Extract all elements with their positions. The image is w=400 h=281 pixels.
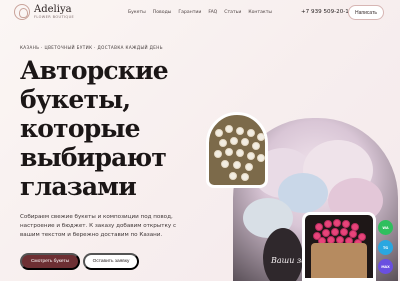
write-button[interactable]: Написать xyxy=(348,5,384,20)
nav-item-faq[interactable]: FAQ xyxy=(208,10,217,15)
main-nav: Букеты Поводы Гарантии FAQ Статьи Контак… xyxy=(128,10,272,15)
hero-photo-caption: Ваши за xyxy=(271,256,307,265)
whatsapp-button[interactable]: WA xyxy=(378,220,393,235)
nav-item-contacts[interactable]: Контакты xyxy=(248,10,272,15)
leave-request-button[interactable]: Оставить заявку xyxy=(83,253,139,270)
brand-subtitle: Flower Boutique xyxy=(34,14,75,19)
hero-eyebrow: КАЗАНЬ · ЦВЕТОЧНЫЙ БУТИК · ДОСТАВКА КАЖД… xyxy=(20,45,163,50)
logo-flower-icon xyxy=(14,4,30,20)
view-bouquets-button[interactable]: Смотреть букеты xyxy=(20,253,80,270)
nav-item-occasions[interactable]: Поводы xyxy=(153,10,172,15)
nav-item-articles[interactable]: Статьи xyxy=(224,10,241,15)
telegram-button[interactable]: TG xyxy=(378,240,393,255)
hero-bouquet-photo xyxy=(206,112,268,188)
hero-rose-box-photo xyxy=(302,212,376,281)
hero-title: Авторские букеты, которые выбирают глаза… xyxy=(20,56,169,201)
nav-item-bouquets[interactable]: Букеты xyxy=(128,10,146,15)
brand-logo[interactable]: Adeliya Flower Boutique xyxy=(14,4,74,20)
max-messenger-button[interactable]: MAX xyxy=(378,259,393,274)
brand-name: Adeliya xyxy=(34,3,72,15)
nav-item-guarantees[interactable]: Гарантии xyxy=(178,10,201,15)
phone-link[interactable]: +7 939 509-20-10 xyxy=(301,9,352,15)
hero-description: Собираем свежие букеты и композиции под … xyxy=(20,214,177,238)
